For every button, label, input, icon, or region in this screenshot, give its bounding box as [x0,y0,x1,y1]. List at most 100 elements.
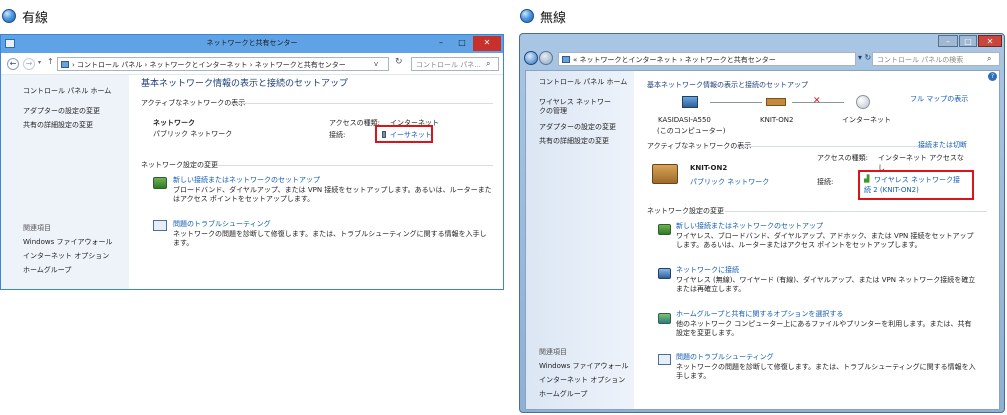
search-input[interactable]: コントロール パネルの検索 ⌕ [872,52,1000,66]
page-title: 基本ネットワーク情報の表示と接続のセットアップ [647,81,808,89]
task-new-connection-link[interactable]: 新しい接続またはネットワークのセットアップ [173,176,320,185]
task-connect-network-desc: ワイヤレス (無線)、ワイヤード (有線)、ダイヤルアップ、または VPN ネッ… [676,276,976,294]
maximize-button[interactable]: □ [959,35,977,47]
back-button[interactable]: ← [7,58,19,70]
map-network-name: KNIT-ON2 [760,116,794,124]
active-separator [233,103,493,104]
map-internet-label: インターネット [842,116,891,124]
disconnected-icon: ✕ [813,96,821,106]
access-type-value: インターネット アクセスな [878,154,964,162]
connect-network-icon [658,268,671,279]
wireless-connection-link[interactable]: ワイヤレス ネットワーク接 [874,176,960,185]
related-internet-options-link[interactable]: インターネット オプション [23,252,109,261]
task-homegroup-desc: 他のネットワーク コンピューター上にあるファイルやプリンターを利用します。または… [676,320,972,338]
search-icon: ⌕ [486,59,491,68]
sidebar-item-manage-wireless[interactable]: ワイヤレス ネットワークの管理 [539,98,615,117]
new-connection-icon [658,224,671,235]
related-firewall-link[interactable]: Windows ファイアウォール [23,238,112,247]
access-type-label: アクセスの種類: [817,154,869,162]
ethernet-icon [382,131,386,138]
map-computer-sub: (このコンピューター) [657,127,726,135]
task-troubleshoot-desc: ネットワークの問題を診断して修復します。または、トラブルシューティングに関する情… [173,230,487,248]
help-icon[interactable]: ? [988,72,997,81]
task-new-connection-link[interactable]: 新しい接続またはネットワークのセットアップ [676,222,823,231]
refresh-button[interactable]: ▾ ↻ [858,53,871,63]
address-bar[interactable]: « ネットワークとインターネット › ネットワークと共有センター [558,52,856,66]
task-homegroup-link[interactable]: ホームグループと共有に関するオプションを選択する [676,310,843,319]
sidebar-home-link[interactable]: コントロール パネル ホーム [23,87,111,96]
related-homegroup-link[interactable]: ホームグループ [539,390,587,399]
homegroup-icon [658,313,671,324]
sidebar-item-advanced-sharing[interactable]: 共有の詳細設定の変更 [23,121,93,130]
router-bench-icon [766,98,786,106]
address-bar[interactable]: › コントロール パネル › ネットワークとインターネット › ネットワークと共… [57,57,389,71]
sidebar-item-adapter-settings[interactable]: アダプターの設定の変更 [23,107,100,116]
change-separator [217,165,493,166]
search-placeholder: コントロール パネルの検索 [877,56,964,64]
related-homegroup-link[interactable]: ホームグループ [23,266,71,275]
minimize-button[interactable]: – [938,35,958,47]
breadcrumb: › コントロール パネル › ネットワークとインターネット › ネットワークと共… [72,61,346,69]
wired-heading: 有線 [22,11,49,26]
sidebar-item-adapter-settings[interactable]: アダプターの設定の変更 [539,123,616,132]
sidebar-item-advanced-sharing[interactable]: 共有の詳細設定の変更 [539,137,609,146]
sidebar-home-link[interactable]: コントロール パネル ホーム [539,78,627,87]
breadcrumb: « ネットワークとインターネット › ネットワークと共有センター [573,56,776,64]
change-separator [725,211,987,212]
network-type: パブリック ネットワーク [153,130,233,138]
history-dropdown-icon[interactable]: ▾ [38,59,41,67]
troubleshoot-icon [153,220,167,231]
network-name: ネットワーク [153,119,195,127]
network-type-link[interactable]: パブリック ネットワーク [690,178,769,187]
refresh-button[interactable]: ↻ [395,57,403,69]
search-placeholder: コントロール パネ... [416,61,481,69]
connect-disconnect-link[interactable]: 接続または切断 [918,141,967,150]
task-new-connection-desc: ブロードバンド、ダイヤルアップ、または VPN 接続をセットアップします。あるい… [173,186,492,204]
task-troubleshoot-link[interactable]: 問題のトラブルシューティング [173,220,271,229]
internet-globe-icon [856,95,870,109]
full-map-link[interactable]: フル マップの表示 [910,95,968,104]
active-networks-label: アクティブなネットワークの表示 [141,99,246,107]
related-title: 関連項目 [539,348,567,356]
network-name: KNIT-ON2 [690,164,728,172]
forward-button[interactable] [539,51,553,65]
close-button[interactable]: ✕ [473,36,501,51]
search-icon: ⌕ [987,54,992,63]
computer-icon [682,96,698,108]
map-line-1 [710,102,762,103]
task-connect-network-link[interactable]: ネットワークに接続 [676,266,739,275]
related-internet-options-link[interactable]: インターネット オプション [539,376,625,385]
heading-bullet-icon [2,9,16,23]
heading-bullet-icon [520,9,534,23]
access-type-label: アクセスの種類: [329,119,381,127]
connection-label: 接続: [817,178,834,186]
active-networks-label: アクティブなネットワークの表示 [647,142,752,150]
task-troubleshoot-desc: ネットワークの問題を診断して修復します。または、トラブルシューティングに関する情… [676,363,976,381]
forward-button[interactable]: → [23,58,35,70]
ethernet-connection-link[interactable]: イーサネット [390,131,432,140]
map-computer-name: KASIDASI-A550 [658,116,711,124]
wireless-network-center-window: – □ ✕ « ネットワークとインターネット › ネットワークと共有センター ▾… [519,33,1005,413]
active-separator [740,146,930,147]
control-panel-icon [562,56,570,63]
wireless-heading: 無線 [540,11,567,26]
wireless-connection-link-2[interactable]: 続 2 (KNIT-ON2) [864,186,919,195]
related-firewall-link[interactable]: Windows ファイアウォール [539,362,628,371]
page-title: 基本ネットワーク情報の表示と接続のセットアップ [141,79,349,89]
maximize-button[interactable]: □ [452,36,472,50]
troubleshoot-icon [658,354,671,365]
sidebar [526,71,634,409]
change-settings-label: ネットワーク設定の変更 [141,161,218,169]
back-button[interactable] [524,51,538,65]
wifi-signal-icon: ▟ [864,175,870,183]
network-bench-icon [652,164,678,184]
window-title: ネットワークと共有センター [206,39,298,47]
minimize-button[interactable]: – [431,36,451,50]
address-dropdown-icon[interactable]: v [374,60,378,69]
control-panel-icon [61,61,69,68]
up-button[interactable]: ↑ [47,57,54,67]
close-button[interactable]: ✕ [978,35,1002,47]
new-connection-icon [153,177,167,189]
task-troubleshoot-link[interactable]: 問題のトラブルシューティング [676,353,774,362]
search-input[interactable]: コントロール パネ... ⌕ [411,57,499,71]
